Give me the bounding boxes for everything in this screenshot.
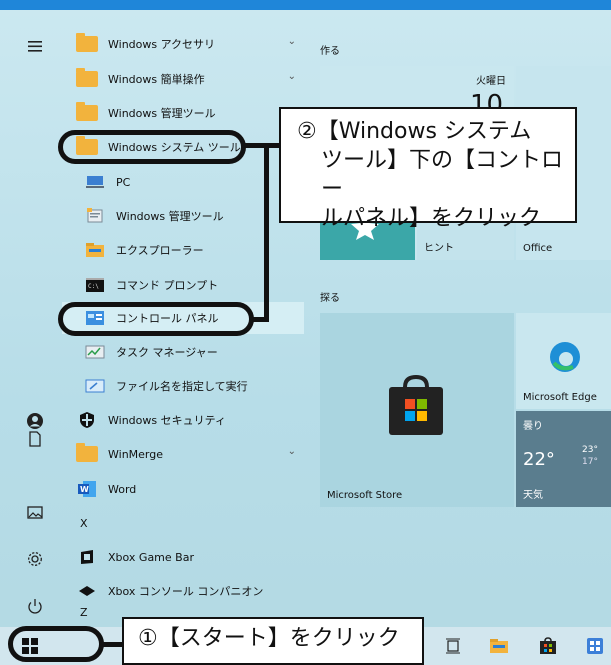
highlight-oval-system-tools [58, 130, 246, 164]
highlight-oval-control-panel [58, 302, 254, 336]
callout-line: ルパネル】をクリック [321, 206, 542, 231]
edge-tile[interactable]: Microsoft Edge [516, 313, 611, 409]
group-title-create[interactable]: 作る [320, 42, 340, 57]
store-label: Microsoft Store [327, 490, 403, 501]
calculator-icon [587, 638, 603, 654]
xbox-game-bar-icon [74, 547, 100, 567]
pictures-button[interactable] [20, 497, 50, 527]
app-label: Windows 管理ツール [116, 210, 224, 223]
callout-connector [242, 143, 282, 148]
app-windows-ease-of-access[interactable]: Windows 簡単操作 ⌄ [62, 63, 302, 95]
taskbar-app-button[interactable] [584, 635, 606, 657]
document-icon [29, 431, 41, 447]
store-bag-icon [389, 375, 443, 435]
edge-icon [550, 342, 580, 372]
section-letter-x[interactable]: X [80, 517, 88, 530]
svg-text:W: W [80, 485, 89, 494]
hamburger-menu-button[interactable] [20, 31, 50, 61]
documents-button[interactable] [20, 424, 50, 454]
task-view-button[interactable] [442, 635, 464, 657]
weather-high: 23° [582, 445, 598, 455]
shield-icon [74, 410, 100, 430]
app-xbox-game-bar[interactable]: Xbox Game Bar [62, 541, 302, 573]
taskbar-explorer-button[interactable] [488, 635, 510, 657]
folder-icon [490, 639, 508, 653]
settings-button[interactable] [20, 544, 50, 574]
app-windows-admin-tools[interactable]: Windows 管理ツール [62, 97, 302, 129]
section-letter-z[interactable]: Z [80, 606, 88, 619]
folder-icon [74, 102, 100, 123]
chevron-down-icon: ⌄ [287, 446, 296, 457]
weather-temperature: 22° [523, 449, 555, 470]
callout-connector [250, 317, 269, 322]
office-label: Office [523, 243, 553, 254]
app-windows-admin-tools-sub[interactable]: Windows 管理ツール [70, 200, 310, 232]
store-bag-icon [540, 637, 556, 654]
app-label: Windows 簡単操作 [108, 73, 205, 86]
app-word[interactable]: W Word [62, 473, 302, 505]
xbox-console-icon [74, 581, 100, 601]
callout-line: ②【Windows システム [297, 119, 532, 144]
folder-icon [74, 33, 100, 54]
gear-icon [28, 552, 42, 566]
app-xbox-console-companion[interactable]: Xbox コンソール コンパニオン [62, 575, 302, 607]
app-label: PC [116, 175, 131, 189]
microsoft-store-tile[interactable]: Microsoft Store [320, 313, 514, 507]
task-view-icon [446, 638, 460, 654]
app-label: コマンド プロンプト [116, 279, 219, 292]
explorer-icon [82, 240, 108, 260]
task-manager-icon [82, 342, 108, 362]
command-prompt-icon: C:\ [82, 275, 108, 295]
hint-label: ヒント [424, 243, 454, 254]
callout-connector [100, 642, 124, 647]
app-label: Windows 管理ツール [108, 107, 216, 120]
weather-tile[interactable]: 曇り 22° 23° 17° 天気 [516, 411, 611, 507]
app-windows-security[interactable]: Windows セキュリティ [62, 404, 302, 436]
callout-text: ①【スタート】をクリック [138, 626, 400, 651]
folder-icon [74, 68, 100, 89]
app-task-manager[interactable]: タスク マネージャー [70, 336, 310, 368]
chevron-down-icon: ⌄ [287, 71, 296, 82]
app-label: エクスプローラー [116, 244, 204, 257]
callout-line: ツール】下の【コントロー [321, 148, 564, 202]
app-run[interactable]: ファイル名を指定して実行 [70, 370, 310, 402]
chevron-down-icon: ⌄ [287, 36, 296, 47]
app-label: ファイル名を指定して実行 [116, 380, 248, 393]
group-title-explore[interactable]: 探る [320, 289, 340, 304]
weather-low: 17° [582, 457, 598, 467]
app-label: Xbox Game Bar [108, 550, 194, 564]
weather-label: 天気 [523, 490, 543, 501]
taskbar-store-button[interactable] [537, 635, 559, 657]
picture-icon [27, 506, 43, 519]
app-label: タスク マネージャー [116, 346, 218, 359]
instruction-callout-step1: ①【スタート】をクリック [122, 617, 424, 665]
instruction-callout-step2: ②【Windows システム ツール】下の【コントロー ルパネル】をクリック [279, 107, 577, 231]
app-label: Windows アクセサリ [108, 38, 216, 51]
power-button[interactable] [20, 591, 50, 621]
app-explorer[interactable]: エクスプローラー [70, 234, 310, 266]
weather-condition: 曇り [523, 421, 543, 432]
word-icon: W [74, 479, 100, 499]
hamburger-icon [28, 41, 42, 52]
app-windows-accessories[interactable]: Windows アクセサリ ⌄ [62, 28, 302, 60]
app-winmerge[interactable]: WinMerge ⌄ [62, 438, 302, 470]
app-command-prompt[interactable]: C:\ コマンド プロンプト [70, 269, 310, 301]
run-icon [82, 376, 108, 396]
folder-icon [74, 443, 100, 464]
app-label: Word [108, 482, 137, 496]
power-icon [28, 599, 42, 614]
app-label: WinMerge [108, 447, 163, 461]
highlight-oval-start [8, 626, 104, 662]
app-label: Xbox コンソール コンパニオン [108, 585, 264, 598]
app-label: Windows セキュリティ [108, 414, 226, 427]
edge-label: Microsoft Edge [523, 392, 597, 403]
calendar-day: 火曜日 [476, 76, 506, 87]
window-top-accent [0, 0, 611, 10]
pc-icon [82, 172, 108, 192]
callout-connector [264, 143, 269, 322]
svg-text:C:\: C:\ [88, 283, 99, 290]
app-pc[interactable]: PC [70, 166, 310, 198]
admin-tools-icon [82, 206, 108, 226]
